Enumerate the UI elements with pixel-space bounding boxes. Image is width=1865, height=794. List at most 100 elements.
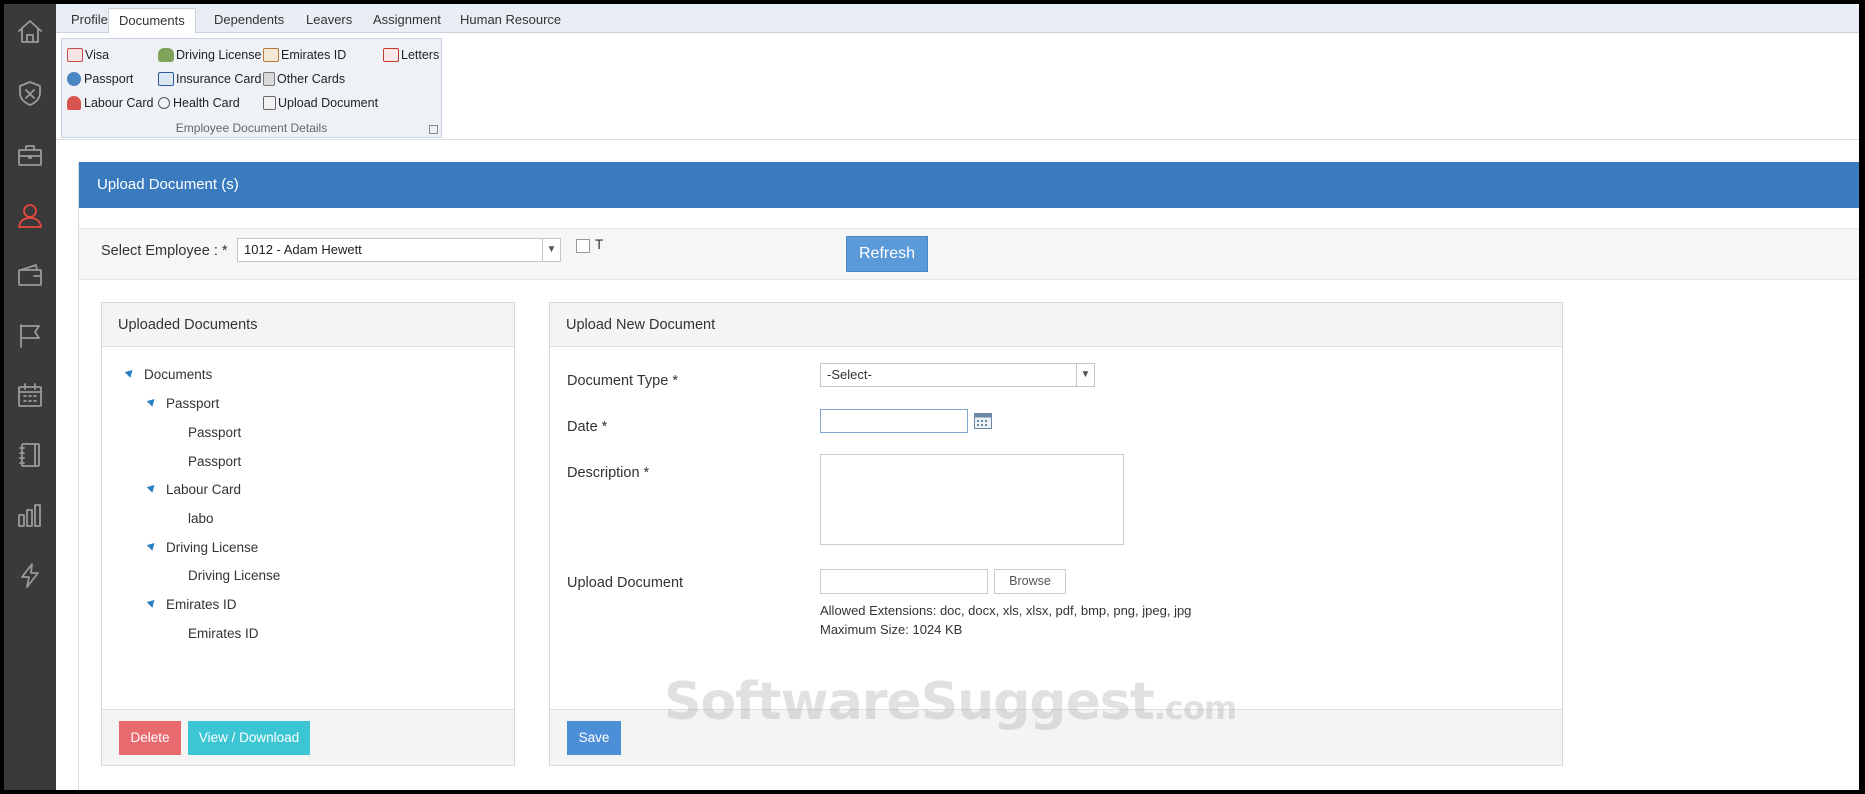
wallet-icon[interactable] xyxy=(15,260,45,290)
tree-leaf-labour-card[interactable]: labo xyxy=(188,511,214,526)
file-path-input[interactable] xyxy=(820,569,988,594)
ribbon-passport-label: Passport xyxy=(84,72,134,86)
save-button[interactable]: Save xyxy=(567,721,621,755)
uploaded-documents-title: Uploaded Documents xyxy=(102,303,514,347)
tree-leaf-passport[interactable]: Passport xyxy=(188,425,241,440)
chevron-down-icon[interactable]: ▼ xyxy=(542,239,560,261)
upload-document-icon xyxy=(263,96,276,110)
ribbon-letters[interactable]: Letters xyxy=(383,45,439,65)
ribbon-emirates-id[interactable]: Emirates ID xyxy=(263,45,346,65)
ribbon-upload-document-label: Upload Document xyxy=(278,96,379,110)
browse-button[interactable]: Browse xyxy=(994,569,1066,594)
ribbon-health-card-label: Health Card xyxy=(173,96,240,110)
tab-dependents[interactable]: Dependents xyxy=(204,8,294,34)
labour-card-icon xyxy=(67,96,81,110)
upload-new-document-title: Upload New Document xyxy=(550,303,1562,347)
allowed-extensions-text: Allowed Extensions: doc, docx, xls, xlsx… xyxy=(820,603,1192,618)
ribbon-labour-card-label: Labour Card xyxy=(84,96,154,110)
calendar-icon[interactable] xyxy=(974,412,992,429)
employee-document-details-group: Visa Driving License Emirates ID Letters… xyxy=(61,38,442,138)
ribbon-emirates-id-label: Emirates ID xyxy=(281,48,347,62)
tree-leaf-passport[interactable]: Passport xyxy=(188,454,241,469)
tab-leavers[interactable]: Leavers xyxy=(296,8,362,34)
ribbon-visa[interactable]: Visa xyxy=(67,45,109,65)
employee-select-row: Select Employee : * 1012 - Adam Hewett ▼… xyxy=(79,228,1859,280)
group-title: Employee Document Details xyxy=(175,121,328,135)
id-card-icon xyxy=(263,48,279,62)
ribbon-driving-license[interactable]: Driving License xyxy=(158,45,261,65)
lightning-icon[interactable] xyxy=(15,560,45,590)
tab-documents[interactable]: Documents xyxy=(108,8,196,34)
refresh-button[interactable]: Refresh xyxy=(846,236,928,272)
tree-node-emirates-id-group[interactable]: Emirates ID xyxy=(166,597,237,612)
calendar-icon[interactable] xyxy=(15,380,45,410)
ribbon-driving-license-label: Driving License xyxy=(176,48,262,62)
tree-collapse-icon[interactable] xyxy=(146,540,158,551)
uploaded-documents-footer: Delete View / Download xyxy=(102,709,514,765)
app-window: Profile Documents Dependents Leavers Ass… xyxy=(4,4,1859,790)
bar-chart-icon[interactable] xyxy=(15,500,45,530)
ribbon-tab-bar: Profile Documents Dependents Leavers Ass… xyxy=(56,4,1859,34)
select-employee-label: Select Employee : * xyxy=(101,243,228,259)
insurance-card-icon xyxy=(158,72,174,86)
document-type-value: -Select- xyxy=(827,367,872,382)
ribbon-insurance-card-label: Insurance Card xyxy=(176,72,262,86)
ribbon-other-cards-label: Other Cards xyxy=(277,72,346,86)
ribbon-upload-document[interactable]: Upload Document xyxy=(263,93,378,113)
flag-icon[interactable] xyxy=(15,320,45,350)
visa-icon xyxy=(67,48,83,62)
letters-icon xyxy=(383,48,399,62)
date-input[interactable] xyxy=(820,409,968,433)
tab-assignment[interactable]: Assignment xyxy=(363,8,451,34)
car-icon xyxy=(158,48,174,62)
ribbon: Profile Documents Dependents Leavers Ass… xyxy=(56,4,1859,140)
tree-collapse-icon[interactable] xyxy=(124,367,136,378)
shield-x-icon[interactable] xyxy=(15,78,45,108)
user-icon[interactable] xyxy=(15,200,45,230)
view-download-button[interactable]: View / Download xyxy=(188,721,310,755)
panel-title: Upload Document (s) xyxy=(79,162,1859,208)
description-textarea[interactable] xyxy=(820,454,1124,545)
t-checkbox[interactable] xyxy=(576,239,590,253)
sidebar xyxy=(4,4,56,790)
ribbon-health-card[interactable]: Health Card xyxy=(158,93,240,113)
chevron-down-icon[interactable]: ▼ xyxy=(1076,364,1094,386)
delete-button[interactable]: Delete xyxy=(119,721,181,755)
upload-new-document-footer: Save xyxy=(550,709,1562,765)
maximum-size-text: Maximum Size: 1024 KB xyxy=(820,622,963,637)
tree-collapse-icon[interactable] xyxy=(146,482,158,493)
tree-node-passport-group[interactable]: Passport xyxy=(166,396,219,411)
ribbon-insurance-card[interactable]: Insurance Card xyxy=(158,69,261,89)
document-type-label: Document Type * xyxy=(567,373,678,389)
home-icon[interactable] xyxy=(15,16,45,46)
date-label: Date * xyxy=(567,419,608,435)
ribbon-other-cards[interactable]: Other Cards xyxy=(263,69,345,89)
other-cards-icon xyxy=(263,72,275,86)
tab-human-resource[interactable]: Human Resource xyxy=(450,8,571,34)
t-checkbox-label: T xyxy=(595,237,604,252)
upload-document-label: Upload Document xyxy=(567,575,684,591)
ribbon-passport[interactable]: Passport xyxy=(67,69,133,89)
tree-node-documents[interactable]: Documents xyxy=(144,367,212,382)
tree-leaf-driving-license[interactable]: Driving License xyxy=(188,568,280,583)
ribbon-visa-label: Visa xyxy=(85,48,110,62)
passport-icon xyxy=(67,72,81,86)
ribbon-labour-card[interactable]: Labour Card xyxy=(67,93,154,113)
tree-collapse-icon[interactable] xyxy=(146,597,158,608)
document-type-select[interactable]: -Select- ▼ xyxy=(820,363,1095,387)
tree-node-labour-card-group[interactable]: Labour Card xyxy=(166,482,241,497)
stethoscope-icon xyxy=(158,97,170,109)
upload-documents-panel: Upload Document (s) Select Employee : * … xyxy=(78,162,1859,790)
notebook-icon[interactable] xyxy=(15,440,45,470)
tree-collapse-icon[interactable] xyxy=(146,396,158,407)
employee-select[interactable]: 1012 - Adam Hewett ▼ xyxy=(237,238,561,262)
tree-node-driving-license-group[interactable]: Driving License xyxy=(166,540,258,555)
ribbon-letters-label: Letters xyxy=(401,48,440,62)
uploaded-documents-card: Uploaded Documents Documents Passport Pa… xyxy=(101,302,515,766)
briefcase-icon[interactable] xyxy=(15,140,45,170)
employee-select-value: 1012 - Adam Hewett xyxy=(244,242,362,257)
tree-leaf-emirates-id[interactable]: Emirates ID xyxy=(188,626,259,641)
group-launcher-icon[interactable] xyxy=(429,125,438,134)
upload-new-document-card: Upload New Document Document Type * -Sel… xyxy=(549,302,1563,766)
description-label: Description * xyxy=(567,465,650,481)
